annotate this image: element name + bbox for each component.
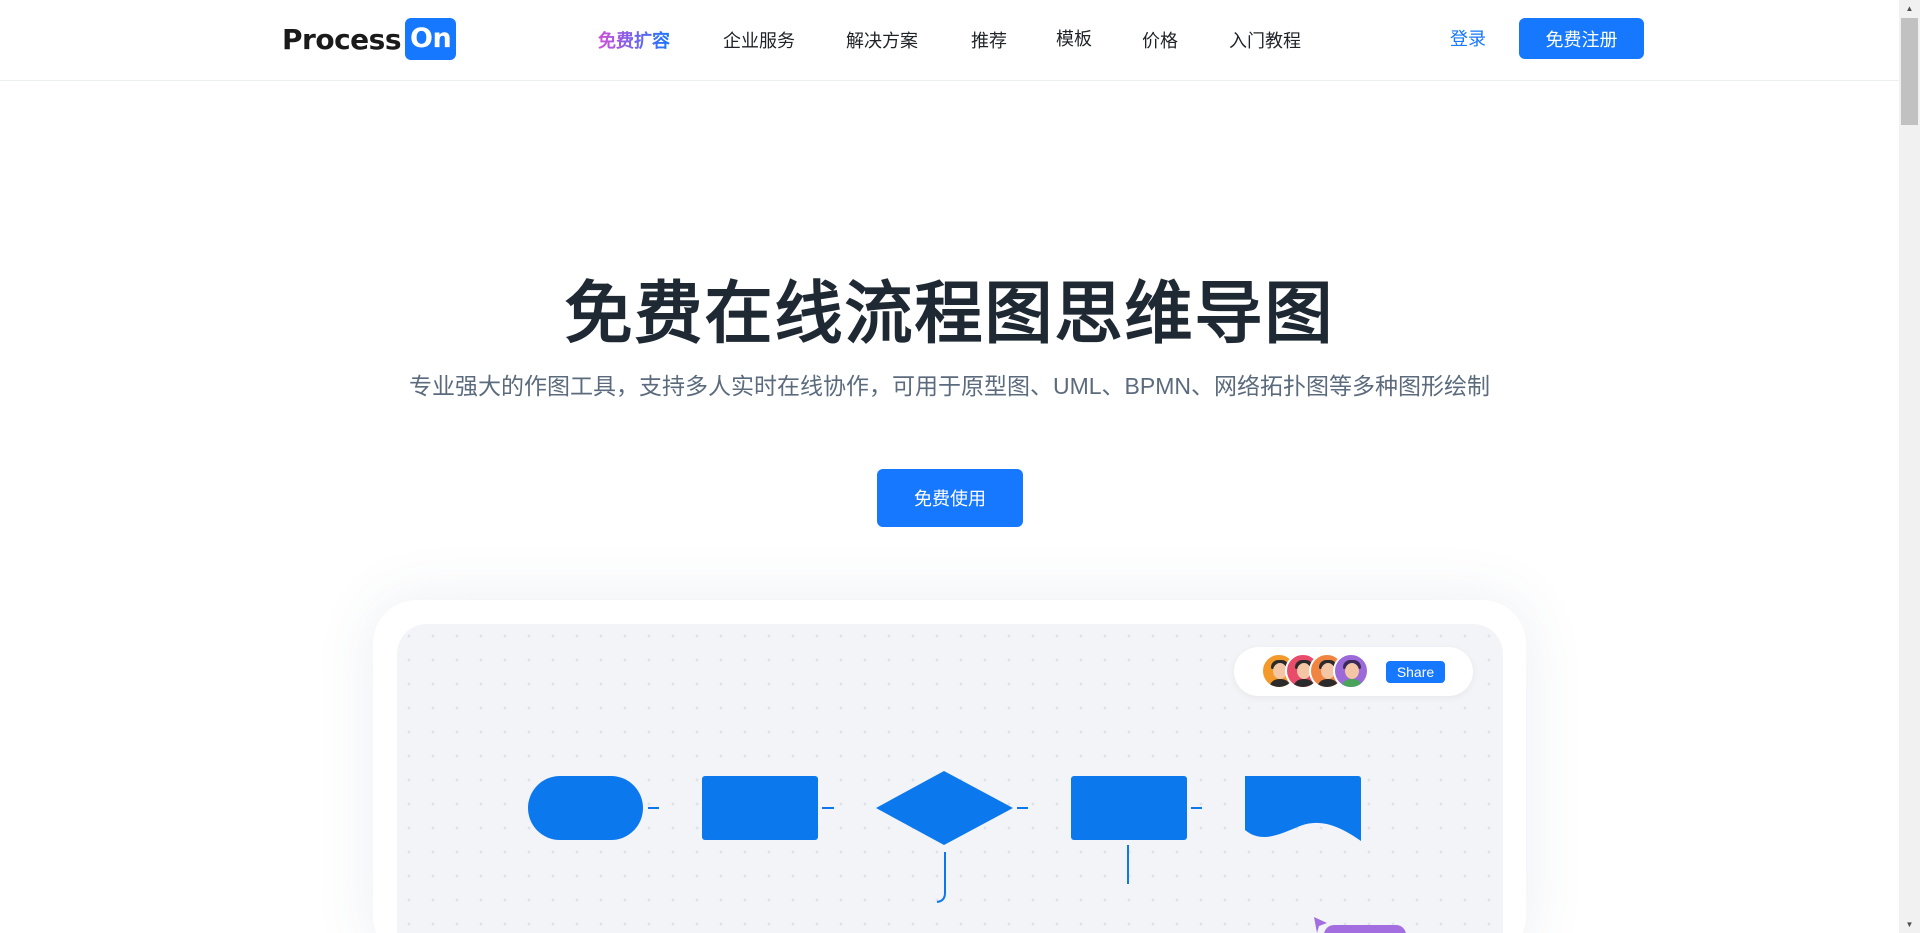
flowchart-illustration	[528, 771, 1406, 933]
flow-process-shape-2	[1071, 776, 1187, 840]
flow-process-shape-1	[702, 776, 818, 840]
collaborator-cursor-tag	[1324, 925, 1406, 933]
flow-decision-shape	[876, 771, 1013, 845]
flow-document-shape	[1245, 776, 1361, 841]
scroll-down-arrow-icon[interactable]: ▼	[1899, 916, 1920, 933]
flow-decision-down-connector	[936, 852, 946, 903]
scroll-up-arrow-icon[interactable]: ▲	[1899, 0, 1920, 17]
page-scrollbar[interactable]: ▲ ▼	[1899, 0, 1920, 933]
scrollbar-thumb[interactable]	[1901, 18, 1918, 125]
flow-terminator-shape	[528, 776, 643, 840]
